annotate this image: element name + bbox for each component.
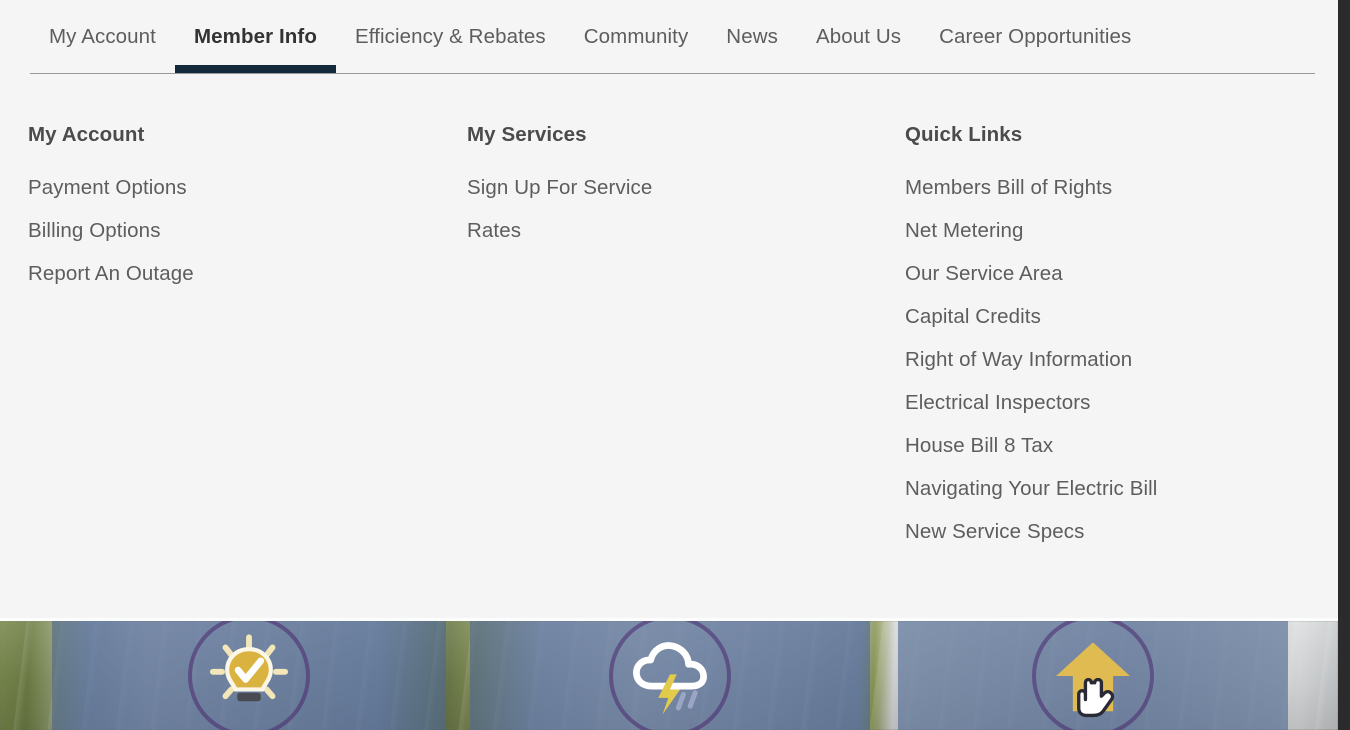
column-title: My Services <box>467 123 587 146</box>
column-link-list: Members Bill of Rights Net Metering Our … <box>905 176 1325 544</box>
link-new-service-specs[interactable]: New Service Specs <box>905 520 1325 544</box>
column-link-list: Sign Up For Service Rates <box>467 176 887 243</box>
link-electrical-inspectors[interactable]: Electrical Inspectors <box>905 391 1325 415</box>
link-house-bill-8-tax[interactable]: House Bill 8 Tax <box>905 434 1325 458</box>
nav-item-member-info[interactable]: Member Info <box>174 0 336 74</box>
nav-item-efficiency-rebates[interactable]: Efficiency & Rebates <box>336 0 565 74</box>
column-title: Quick Links <box>905 123 1023 146</box>
nav-item-about-us[interactable]: About Us <box>797 0 920 74</box>
nav-item-career-opportunities[interactable]: Career Opportunities <box>920 0 1150 74</box>
banner-panel-energy-tips[interactable] <box>52 621 446 730</box>
column-title: My Account <box>28 123 145 146</box>
link-payment-options[interactable]: Payment Options <box>28 176 448 200</box>
column-quick-links: Quick Links Members Bill of Rights Net M… <box>905 76 1325 563</box>
link-report-an-outage[interactable]: Report An Outage <box>28 262 448 286</box>
page-root: My Account Member Info Efficiency & Reba… <box>0 0 1338 730</box>
link-members-bill-of-rights[interactable]: Members Bill of Rights <box>905 176 1325 200</box>
link-right-of-way-information[interactable]: Right of Way Information <box>905 348 1325 372</box>
link-sign-up-for-service[interactable]: Sign Up For Service <box>467 176 887 200</box>
link-capital-credits[interactable]: Capital Credits <box>905 305 1325 329</box>
main-navigation: My Account Member Info Efficiency & Reba… <box>0 0 1338 76</box>
nav-item-my-account[interactable]: My Account <box>30 0 175 74</box>
lightbulb-check-glyph <box>209 633 289 701</box>
link-navigating-your-electric-bill[interactable]: Navigating Your Electric Bill <box>905 477 1325 501</box>
column-my-account: My Account Payment Options Billing Optio… <box>28 76 448 305</box>
lightbulb-check-icon <box>188 621 310 730</box>
link-columns: My Account Payment Options Billing Optio… <box>0 76 1338 621</box>
promo-banner <box>0 621 1338 730</box>
link-net-metering[interactable]: Net Metering <box>905 219 1325 243</box>
house-cursor-icon <box>1032 621 1154 730</box>
storm-cloud-lightning-icon <box>609 621 731 730</box>
storm-cloud-glyph <box>633 641 707 715</box>
link-billing-options[interactable]: Billing Options <box>28 219 448 243</box>
column-my-services: My Services Sign Up For Service Rates <box>467 76 887 262</box>
nav-item-community[interactable]: Community <box>565 0 708 74</box>
nav-item-news[interactable]: News <box>707 0 797 74</box>
banner-panel-start-service[interactable] <box>898 621 1288 730</box>
house-cursor-glyph <box>1056 641 1130 717</box>
column-link-list: Payment Options Billing Options Report A… <box>28 176 448 286</box>
banner-panel-outage-center[interactable] <box>470 621 870 730</box>
link-our-service-area[interactable]: Our Service Area <box>905 262 1325 286</box>
nav-divider <box>30 73 1315 74</box>
nav-list: My Account Member Info Efficiency & Reba… <box>30 0 1150 74</box>
link-rates[interactable]: Rates <box>467 219 887 243</box>
right-edge-gutter <box>1338 0 1350 730</box>
